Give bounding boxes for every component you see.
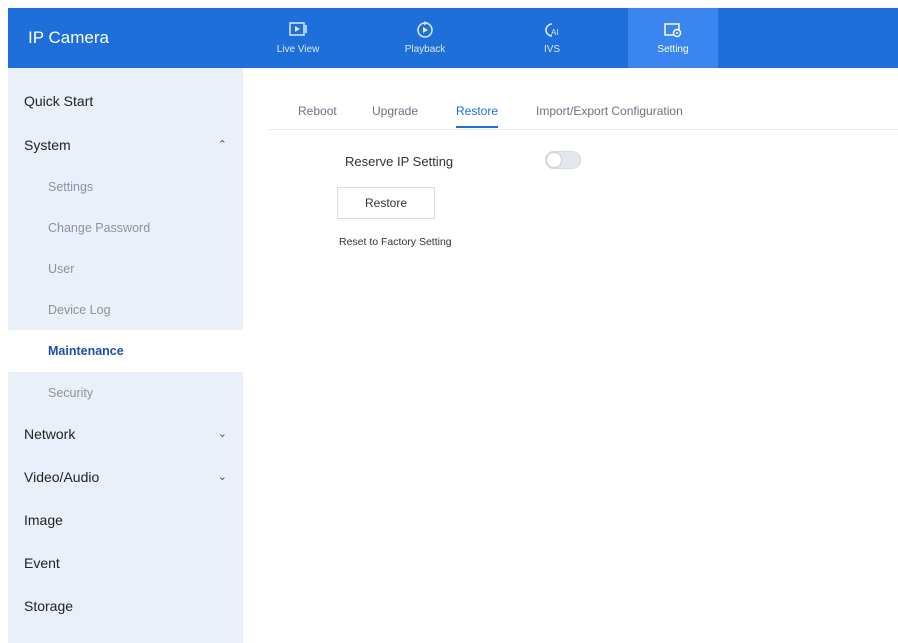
sidebar-item-label: Device Log <box>48 303 111 317</box>
tab-upgrade[interactable]: Upgrade <box>372 104 418 128</box>
sidebar-item-label: System <box>24 137 71 153</box>
svg-text:AI: AI <box>551 28 559 37</box>
sidebar-item-event[interactable]: Event <box>8 542 243 584</box>
chevron-up-icon: ⌃ <box>217 139 227 151</box>
toggle-knob <box>547 153 561 167</box>
sidebar-item-label: Video/Audio <box>24 469 100 485</box>
sidebar-item-video-audio[interactable]: Video/Audio ⌄ <box>8 456 243 498</box>
sidebar-item-quick-start[interactable]: Quick Start <box>8 80 243 122</box>
live-view-icon <box>289 22 307 36</box>
nav-tab-playback[interactable]: Playback <box>380 8 470 68</box>
chevron-down-icon: ⌄ <box>217 471 227 483</box>
chevron-down-icon: ⌄ <box>217 428 227 440</box>
sidebar-item-label: Storage <box>24 598 74 614</box>
reserve-ip-setting-label: Reserve IP Setting <box>345 154 454 169</box>
tab-import-export-configuration[interactable]: Import/Export Configuration <box>536 104 683 128</box>
ivs-ai-icon: AI <box>545 23 559 37</box>
nav-tab-label: Playback <box>404 44 446 55</box>
nav-tab-ivs[interactable]: AI IVS <box>507 8 597 68</box>
tab-reboot[interactable]: Reboot <box>298 104 337 128</box>
sidebar-item-security[interactable]: Security <box>8 372 243 414</box>
sidebar-item-label: Network <box>24 426 76 442</box>
nav-tab-label: IVS <box>543 44 561 55</box>
app-title: IP Camera <box>28 28 109 47</box>
sidebar-item-settings[interactable]: Settings <box>8 166 243 208</box>
sidebar-item-user[interactable]: User <box>8 248 243 290</box>
playback-icon <box>417 21 433 38</box>
sidebar-item-label: Settings <box>48 180 94 194</box>
sidebar-item-label: Quick Start <box>24 93 94 109</box>
setting-icon <box>664 23 682 38</box>
sidebar: Quick Start System ⌃ Settings Change Pas… <box>8 68 243 643</box>
sidebar-item-storage[interactable]: Storage <box>8 585 243 627</box>
sidebar-item-label: Security <box>48 386 94 400</box>
sidebar-item-network[interactable]: Network ⌄ <box>8 413 243 455</box>
sidebar-item-change-password[interactable]: Change Password <box>8 207 243 249</box>
reset-description: Reset to Factory Setting <box>339 236 452 248</box>
sidebar-item-label: Change Password <box>48 221 151 235</box>
sidebar-item-label: Image <box>24 512 63 528</box>
sidebar-item-label: User <box>48 262 75 276</box>
nav-tab-label: Setting <box>657 44 689 55</box>
top-header: IP Camera Live View Playback AI IVS Sett… <box>8 8 898 68</box>
nav-tab-live-view[interactable]: Live View <box>253 8 343 68</box>
sidebar-item-image[interactable]: Image <box>8 499 243 541</box>
sidebar-item-label: Maintenance <box>48 344 124 358</box>
nav-tab-setting[interactable]: Setting <box>628 8 718 68</box>
maintenance-tabs: Reboot Upgrade Restore Import/Export Con… <box>268 98 898 130</box>
sidebar-item-label: Event <box>24 555 60 571</box>
sidebar-item-maintenance[interactable]: Maintenance <box>8 330 243 372</box>
sidebar-item-device-log[interactable]: Device Log <box>8 289 243 331</box>
sidebar-item-system[interactable]: System ⌃ <box>8 124 243 166</box>
tab-restore[interactable]: Restore <box>456 104 499 128</box>
restore-button[interactable]: Restore <box>337 187 435 219</box>
nav-tab-label: Live View <box>276 44 320 55</box>
reserve-ip-toggle[interactable] <box>545 151 581 169</box>
